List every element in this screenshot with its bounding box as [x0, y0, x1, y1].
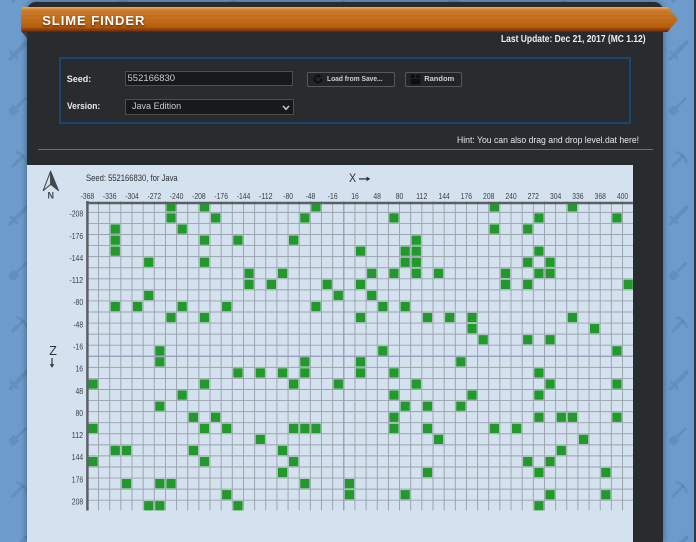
svg-text:-48: -48 [306, 191, 316, 201]
svg-text:-144: -144 [70, 253, 84, 263]
svg-text:-144: -144 [237, 191, 251, 201]
svg-text:48: 48 [76, 386, 84, 396]
svg-text:304: 304 [550, 191, 562, 201]
svg-text:-112: -112 [259, 191, 273, 201]
svg-text:-272: -272 [148, 191, 162, 201]
svg-text:-240: -240 [170, 191, 184, 201]
svg-text:336: 336 [572, 191, 584, 201]
svg-text:-112: -112 [70, 275, 84, 285]
svg-text:-208: -208 [70, 209, 84, 219]
svg-text:-368: -368 [81, 191, 95, 201]
svg-text:-48: -48 [73, 319, 83, 329]
svg-text:-176: -176 [70, 231, 84, 241]
svg-text:240: 240 [505, 191, 517, 201]
svg-text:16: 16 [76, 364, 84, 374]
svg-text:272: 272 [528, 191, 540, 201]
svg-text:176: 176 [461, 191, 473, 201]
svg-text:N: N [48, 190, 55, 200]
svg-text:-336: -336 [103, 191, 117, 201]
svg-text:112: 112 [72, 430, 84, 440]
svg-text:80: 80 [396, 191, 404, 201]
svg-text:-16: -16 [328, 191, 338, 201]
svg-text:48: 48 [373, 191, 381, 201]
svg-text:80: 80 [76, 408, 84, 418]
svg-text:208: 208 [72, 497, 84, 507]
svg-text:368: 368 [595, 191, 607, 201]
svg-text:144: 144 [438, 191, 450, 201]
svg-text:-304: -304 [125, 191, 139, 201]
svg-text:112: 112 [416, 191, 428, 201]
svg-text:16: 16 [351, 191, 359, 201]
svg-text:208: 208 [483, 191, 495, 201]
svg-text:-80: -80 [73, 297, 83, 307]
svg-text:-16: -16 [73, 342, 83, 352]
svg-text:-80: -80 [283, 191, 293, 201]
svg-text:144: 144 [72, 452, 84, 462]
svg-text:176: 176 [72, 474, 84, 484]
svg-text:400: 400 [617, 191, 629, 201]
svg-text:-176: -176 [214, 191, 228, 201]
svg-text:-208: -208 [192, 191, 206, 201]
